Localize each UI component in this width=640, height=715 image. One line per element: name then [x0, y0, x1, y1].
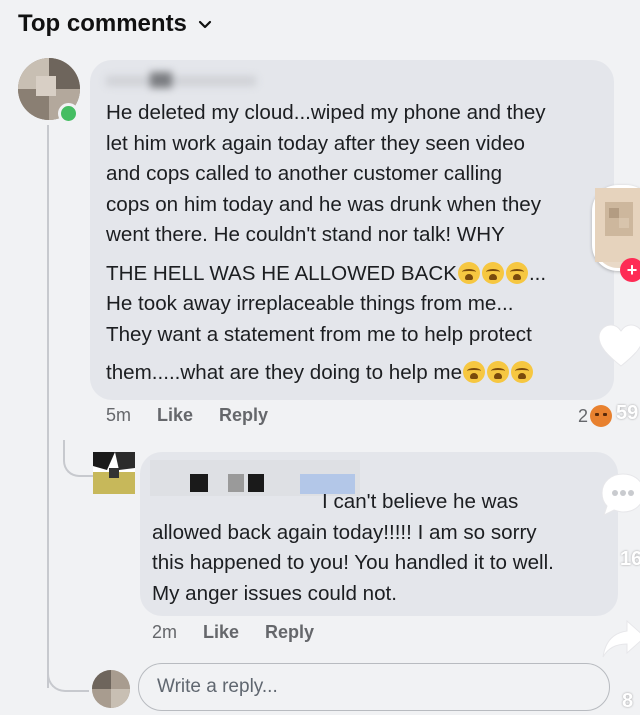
online-status-icon	[58, 103, 79, 124]
reply-like-button[interactable]: Like	[203, 622, 239, 643]
loudly-crying-face-icon	[457, 261, 480, 284]
comment-line: THE HELL WAS HE ALLOWED BACK...	[106, 259, 606, 290]
angry-reaction-icon	[590, 405, 613, 427]
reply-thread-connector	[63, 445, 95, 477]
loudly-crying-face-icon	[505, 261, 528, 284]
loudly-crying-face-icon	[487, 361, 510, 383]
sort-label: Top comments	[18, 10, 187, 37]
comment-line: them.....what are they doing to help me	[106, 358, 606, 389]
comment-line: They want a statement from me to help pr…	[106, 322, 532, 346]
comment-line-text: THE HELL WAS HE ALLOWED BACK	[106, 261, 457, 285]
thread-line	[47, 125, 49, 688]
comment-actions: 5m Like Reply	[106, 405, 268, 426]
write-reply-input[interactable]: Write a reply...	[138, 663, 610, 711]
share-count: 8	[622, 690, 634, 712]
current-user-avatar	[92, 670, 130, 708]
comment-icon[interactable]	[598, 470, 640, 520]
like-count: 59	[616, 402, 639, 424]
reply-commenter-avatar[interactable]	[93, 452, 135, 494]
reaction-summary[interactable]: 2	[578, 405, 613, 427]
comment-line-text: them.....what are they doing to help me	[106, 361, 463, 384]
reply-line: I can't believe he was	[322, 490, 519, 513]
reply-text: I can't believe he was allowed back agai…	[152, 487, 612, 609]
loudly-crying-face-icon	[463, 361, 486, 383]
comment-line-tail: ...	[528, 261, 547, 285]
reply-line: this happened to you! You handled it to …	[152, 551, 554, 574]
reply-timestamp: 2m	[152, 622, 178, 642]
reply-input-placeholder: Write a reply...	[157, 676, 278, 697]
comment-count: 16	[620, 548, 640, 570]
reply-button[interactable]: Reply	[219, 405, 268, 426]
top-comments-sort[interactable]: Top comments	[18, 10, 213, 38]
heart-icon[interactable]	[596, 322, 640, 372]
comment-text: He deleted my cloud...wiped my phone and…	[106, 98, 606, 389]
reply-line: allowed back again today!!!!! I am so so…	[152, 520, 537, 544]
reply-reply-button[interactable]: Reply	[265, 622, 314, 643]
comment-line: He deleted my cloud...wiped my phone and…	[106, 101, 546, 124]
comment-line: let him work again today after they seen…	[106, 131, 525, 155]
reply-line: My anger issues could not.	[152, 581, 397, 605]
commenter-name-redacted	[106, 70, 266, 90]
comment-line: He took away irreplaceable things from m…	[106, 292, 514, 315]
share-icon[interactable]	[600, 615, 640, 663]
loudly-crying-face-icon	[511, 361, 534, 383]
chevron-down-icon	[198, 20, 212, 29]
reply-actions: 2m Like Reply	[152, 622, 314, 643]
reaction-count: 2	[578, 405, 589, 426]
comment-line: went there. He couldn't stand nor talk! …	[106, 223, 505, 246]
follow-plus-icon[interactable]: +	[620, 258, 640, 282]
loudly-crying-face-icon	[481, 261, 504, 284]
like-button[interactable]: Like	[157, 405, 193, 426]
comment-line: and cops called to another customer call…	[106, 162, 503, 185]
thread-connector	[47, 660, 89, 692]
comment-line: cops on him today and he was drunk when …	[106, 192, 542, 216]
comment-timestamp: 5m	[106, 405, 132, 425]
